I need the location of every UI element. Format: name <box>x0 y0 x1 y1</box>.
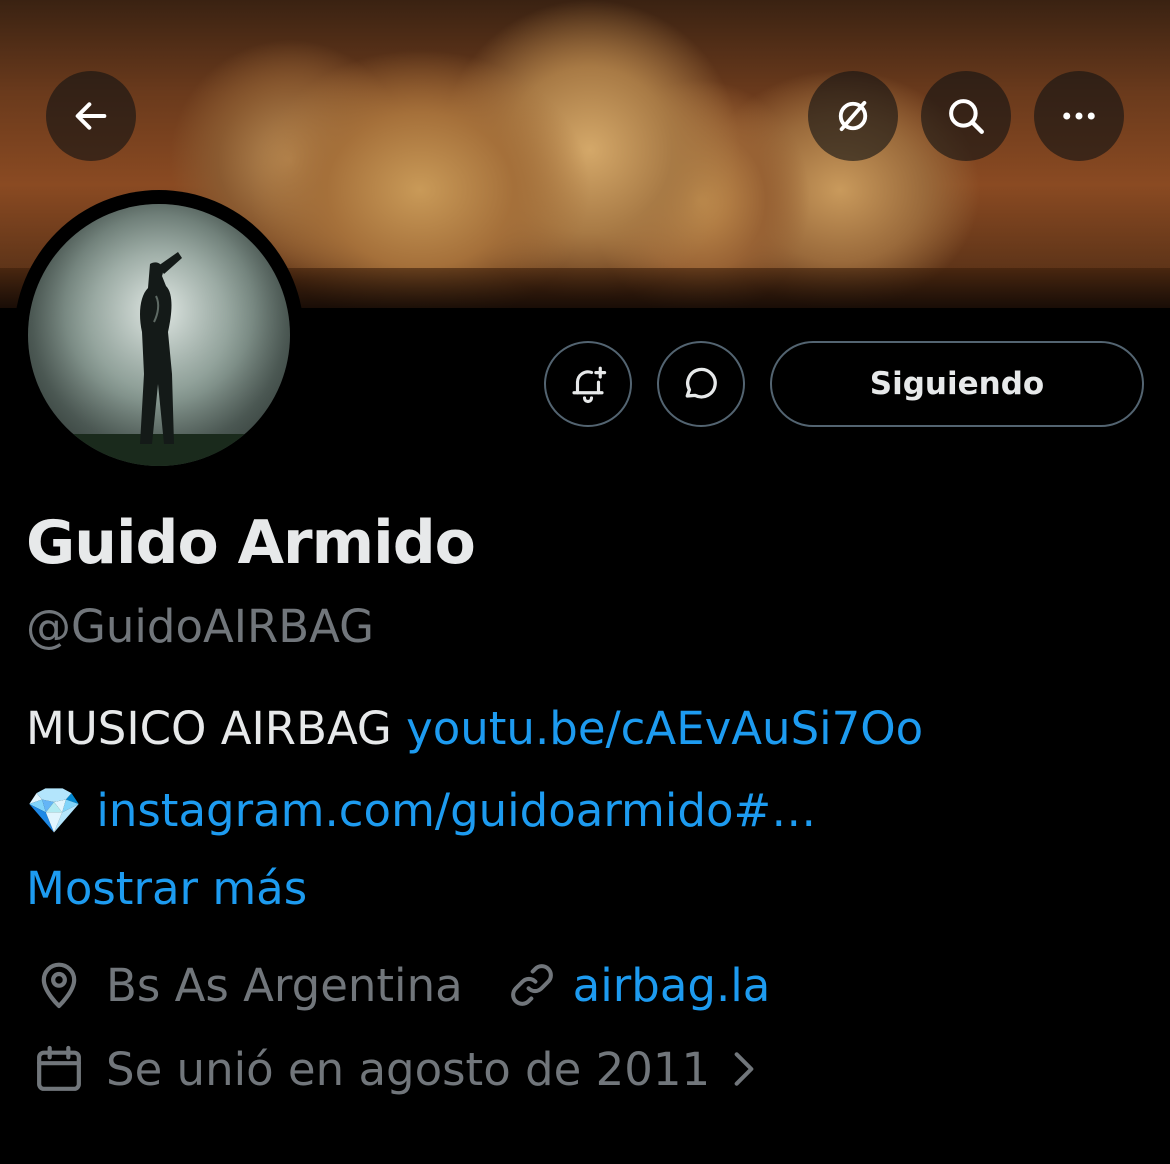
back-button[interactable] <box>46 71 136 161</box>
link-icon <box>499 952 565 1018</box>
bio-instagram-link[interactable]: instagram.com/guidoarmido#… <box>96 784 816 837</box>
more-dots-icon <box>1063 112 1095 120</box>
avatar-photo <box>28 204 290 466</box>
bio-text: MUSICO AIRBAG <box>26 702 407 755</box>
search-button[interactable] <box>921 71 1011 161</box>
chevron-right-icon <box>724 1036 764 1102</box>
notifications-button[interactable] <box>544 341 632 427</box>
display-name: Guido Armido <box>26 508 476 578</box>
bio-youtube-link[interactable]: youtu.be/cAEvAuSi7Oo <box>406 702 923 755</box>
show-more-link[interactable]: Mostrar más <box>26 862 307 915</box>
joined-row[interactable]: Se unió en agosto de 2011 <box>26 1036 764 1102</box>
grok-button[interactable] <box>808 71 898 161</box>
website-link[interactable]: airbag.la <box>573 959 771 1012</box>
more-button[interactable] <box>1034 71 1124 161</box>
bio-line-1: MUSICO AIRBAG youtu.be/cAEvAuSi7Oo <box>26 702 923 755</box>
following-button[interactable]: Siguiendo <box>770 341 1144 427</box>
performer-silhouette <box>28 204 290 466</box>
joined-text: Se unió en agosto de 2011 <box>106 1042 711 1096</box>
following-label: Siguiendo <box>869 366 1045 402</box>
arrow-left-icon <box>75 102 107 130</box>
search-icon <box>949 99 984 134</box>
profile-meta-location-row: Bs As Argentina airbag.la <box>26 952 770 1018</box>
location-text: Bs As Argentina <box>106 958 463 1012</box>
calendar-icon <box>26 1036 92 1102</box>
bio-line-2: 💎 instagram.com/guidoarmido#… <box>26 784 816 837</box>
slashed-circle-icon <box>838 100 868 132</box>
diamond-emoji-icon: 💎 <box>26 784 83 837</box>
location-pin-icon <box>26 952 92 1018</box>
message-button[interactable] <box>657 341 745 427</box>
chat-bubble-icon <box>685 367 717 399</box>
user-handle: @GuidoAIRBAG <box>26 600 375 653</box>
bell-plus-icon <box>572 366 607 404</box>
avatar[interactable] <box>14 190 304 480</box>
